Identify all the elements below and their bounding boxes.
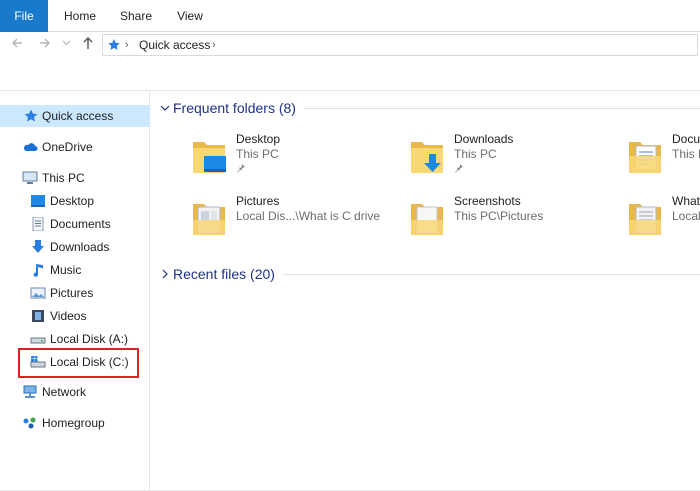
recent-locations-button[interactable] xyxy=(60,34,72,52)
film-icon xyxy=(32,310,44,322)
documents-folder-icon xyxy=(629,142,661,173)
tile-location: This PC xyxy=(454,147,497,161)
chevron-down-icon xyxy=(160,99,170,123)
address-bar[interactable]: › Quick access › xyxy=(102,34,698,56)
folder-tile-what-is-c-drive[interactable]: What Local xyxy=(628,194,700,250)
group-divider xyxy=(283,274,700,275)
desktop-folder-icon xyxy=(193,142,226,173)
folder-tile-pictures[interactable]: Pictures Local Dis...\What is C drive xyxy=(192,194,392,250)
pictures-icon xyxy=(30,287,46,299)
ribbon: File Home Share View xyxy=(0,0,700,32)
sidebar-item-label: This PC xyxy=(42,171,85,185)
sidebar-item-label: Pictures xyxy=(50,286,94,300)
sidebar-item-label: Documents xyxy=(50,217,111,231)
tile-name: Pictures xyxy=(236,194,280,208)
breadcrumb-separator-icon[interactable]: › xyxy=(212,35,216,55)
navigation-pane: Quick access OneDrive This PC Desktop Do… xyxy=(0,91,150,491)
folder-tile-documents[interactable]: Docu This P xyxy=(628,132,700,188)
sidebar-item-onedrive[interactable]: OneDrive xyxy=(0,136,150,158)
sidebar-item-homegroup[interactable]: Homegroup xyxy=(0,412,150,434)
screenshots-folder-icon xyxy=(411,204,443,235)
group-divider xyxy=(304,108,700,109)
sidebar-item-downloads[interactable]: Downloads xyxy=(0,236,150,258)
tile-name: Downloads xyxy=(454,132,514,146)
breadcrumb-separator-icon: › xyxy=(125,39,129,51)
sidebar-item-desktop[interactable]: Desktop xyxy=(0,190,150,212)
sidebar-item-label: Desktop xyxy=(50,194,95,208)
folder-tile-desktop[interactable]: Desktop This PC xyxy=(192,132,392,188)
sidebar-item-label: Network xyxy=(42,385,87,399)
tile-location: This P xyxy=(672,147,700,161)
cloud-icon xyxy=(24,143,38,151)
drive-icon xyxy=(30,337,46,344)
breadcrumb-quick-access[interactable]: Quick access xyxy=(139,35,210,55)
tile-name: Screenshots xyxy=(454,194,521,208)
group-header-recent-files[interactable]: Recent files (20) xyxy=(160,265,280,283)
sidebar-item-label: Videos xyxy=(50,309,87,323)
tile-name: Docu xyxy=(672,132,700,146)
desktop-icon xyxy=(31,195,45,207)
sidebar-item-label: Quick access xyxy=(42,109,114,123)
sidebar-item-label: Downloads xyxy=(50,240,110,254)
network-icon xyxy=(23,385,37,398)
sidebar-item-label: Homegroup xyxy=(42,416,105,430)
tile-name: Desktop xyxy=(236,132,281,146)
navigation-bar: › Quick access › xyxy=(0,32,700,56)
tile-location: Local xyxy=(672,209,700,223)
sidebar-item-documents[interactable]: Documents xyxy=(0,213,150,235)
folder-tile-downloads[interactable]: Downloads This PC xyxy=(410,132,610,188)
sidebar-item-videos[interactable]: Videos xyxy=(0,305,150,327)
sidebar-item-music[interactable]: Music xyxy=(0,259,150,281)
tile-location: This PC xyxy=(236,147,279,161)
sidebar-item-local-disk-a[interactable]: Local Disk (A:) xyxy=(0,328,150,350)
sidebar-item-pictures[interactable]: Pictures xyxy=(0,282,150,304)
folder-icon xyxy=(629,204,661,235)
documents-icon xyxy=(32,217,44,231)
up-arrow-icon xyxy=(83,37,93,49)
star-icon xyxy=(24,109,38,122)
forward-arrow-icon xyxy=(40,38,50,48)
sidebar-item-label: Music xyxy=(50,263,82,277)
tab-share[interactable]: Share xyxy=(114,0,158,32)
tile-location: This PC\Pictures xyxy=(454,209,544,223)
quick-access-star-icon xyxy=(107,38,121,55)
back-button[interactable] xyxy=(8,34,26,52)
pin-icon[interactable] xyxy=(454,163,464,173)
computer-icon xyxy=(22,171,38,184)
highlight-annotation-box xyxy=(18,348,139,378)
sidebar-item-this-pc[interactable]: This PC xyxy=(0,167,150,189)
pictures-folder-icon xyxy=(193,204,225,235)
forward-button[interactable] xyxy=(36,34,54,52)
homegroup-icon xyxy=(23,417,36,429)
group-header-frequent-folders[interactable]: Frequent folders (8) xyxy=(160,99,300,117)
tab-file[interactable]: File xyxy=(0,0,48,32)
tile-name: What xyxy=(672,194,700,208)
tile-location: Local Dis...\What is C drive xyxy=(236,209,381,223)
pin-icon[interactable] xyxy=(236,163,246,173)
group-header-label: Frequent folders (8) xyxy=(173,100,296,116)
downloads-folder-icon xyxy=(411,142,443,173)
download-arrow-icon xyxy=(32,240,44,253)
chevron-down-icon xyxy=(62,40,70,46)
folder-tile-screenshots[interactable]: Screenshots This PC\Pictures xyxy=(410,194,610,250)
music-note-icon xyxy=(33,264,43,277)
sidebar-item-quick-access[interactable]: Quick access xyxy=(0,105,150,127)
sidebar-item-network[interactable]: Network xyxy=(0,381,150,403)
tab-view[interactable]: View xyxy=(170,0,210,32)
sidebar-item-label: Local Disk (A:) xyxy=(50,332,129,346)
up-button[interactable] xyxy=(79,34,97,52)
chevron-right-icon xyxy=(160,265,170,289)
sidebar-item-label: OneDrive xyxy=(42,140,93,154)
group-header-label: Recent files (20) xyxy=(173,266,275,282)
back-arrow-icon xyxy=(12,38,22,48)
tab-home[interactable]: Home xyxy=(58,0,102,32)
